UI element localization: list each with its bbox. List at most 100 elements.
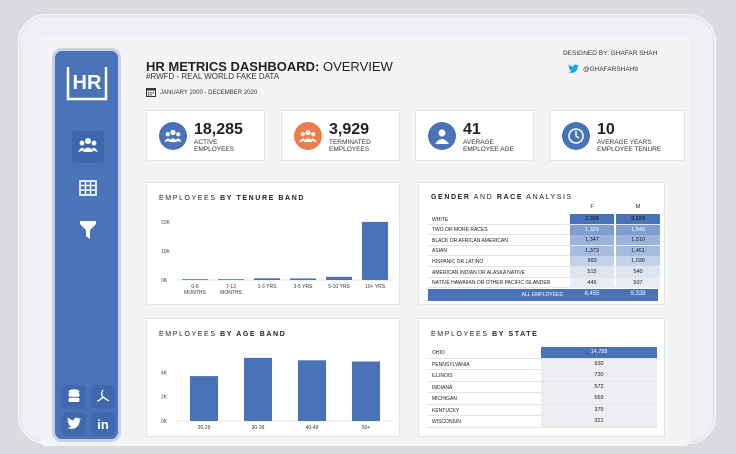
table-row: WHITE 2,399 2,629: [428, 214, 660, 225]
row-label: INDIANA: [432, 384, 453, 391]
database-link[interactable]: [62, 385, 86, 409]
table-row: NATIVE HAWAIIAN OR OTHER PACIFIC ISLANDE…: [428, 277, 660, 289]
table-cell: 1,036: [616, 256, 660, 267]
total-value: 9,328: [630, 291, 646, 298]
table-cell: 1,347: [570, 235, 614, 246]
table-row: ASIAN 1,373 1,461: [428, 245, 660, 257]
x-tick-label: 3-5 YRS: [294, 284, 313, 290]
gender-race-panel-title: GENDER AND RACE ANALYSIS: [431, 194, 573, 201]
sidebar-item-filter[interactable]: [72, 216, 104, 248]
table-cell: 540: [616, 267, 660, 277]
table-cell: 375: [541, 404, 657, 416]
kpi-average-age: 41 AVERAGE EMPLOYEE AGE: [415, 110, 534, 161]
x-tick-label: 20-29: [198, 425, 211, 431]
total-value: 8,455: [584, 291, 600, 298]
y-tick-label: 2K: [161, 395, 168, 401]
person-icon: [428, 122, 456, 150]
x-tick-label: 10+ YRS: [365, 284, 386, 290]
bar: [326, 276, 352, 280]
users-icon: [294, 122, 322, 150]
total-label: ALL EMPLOYEES:: [521, 292, 564, 299]
sidebar-item-table[interactable]: [72, 174, 104, 206]
table-cell: 730: [541, 370, 657, 381]
column-header: F: [590, 204, 594, 210]
date-range: JANUARY 2000 - DECEMBER 2020: [146, 87, 257, 99]
twitter-handle[interactable]: @GHAFARSHAH9: [568, 64, 638, 75]
designer-credit: DESIGNED BY: GHAFAR SHAH: [563, 50, 658, 57]
row-label: ASIAN: [432, 248, 448, 255]
row-label: BLACK OR AFRICAN AMERICAN: [432, 237, 508, 244]
kpi-value: 41: [463, 121, 481, 138]
clock-icon: [562, 122, 590, 150]
table-row: ILLINOIS 730: [428, 370, 658, 382]
x-tick-label: MONTHS: [184, 290, 206, 296]
filter-icon: [80, 220, 96, 244]
row-label: TWO OR MORE RACES: [432, 227, 488, 234]
tenure-panel: EMPLOYEES BY TENURE BAND 0K 10K 20K 0-6 MONT…: [146, 182, 400, 305]
table-row: INDIANA 572: [428, 381, 658, 393]
table-cell: 930: [541, 358, 657, 370]
x-tick-label: 1-3 YRS: [258, 284, 277, 290]
pdf-link[interactable]: [91, 385, 115, 409]
kpi-average-tenure: 10 AVERAGE YEARS EMPLOYEE TENURE: [549, 110, 685, 161]
table-cell: 14,788: [541, 347, 657, 358]
bar: [218, 279, 244, 280]
table-cell: 1,510: [616, 235, 660, 246]
bar: [298, 360, 326, 421]
table-cell: 515: [570, 267, 614, 277]
kpi-terminated-employees: 3,929 TERMINATED EMPLOYEES: [281, 110, 400, 161]
y-tick-label: 0K: [161, 278, 168, 284]
tenure-chart: 0K10K20K0-6MONTHS7-12MONTHS1-3 YRS 3-5 YR…: [161, 220, 393, 296]
bar: [190, 376, 218, 421]
logo-text: HR: [73, 72, 102, 94]
kpi-value: 3,929: [329, 121, 370, 138]
table-cell: 572: [541, 381, 657, 393]
gender-race-panel: GENDER AND RACE ANALYSIS F M WHITE 2,399 2,6…: [418, 182, 665, 305]
row-label: AMERICAN INDIAN OR ALASKA NATIVE: [432, 269, 525, 276]
table-row: OHIO 14,788: [428, 347, 658, 359]
row-label: OHIO: [432, 350, 445, 356]
twitter-icon: [568, 64, 579, 75]
x-tick-label: 50+: [362, 425, 371, 431]
table-row: TWO OR MORE RACES 1,329 1,546: [428, 224, 660, 236]
x-tick-label: 30-39: [252, 425, 265, 431]
bar: [352, 361, 380, 421]
table-cell: 2,629: [616, 214, 660, 224]
pdf-icon: [96, 389, 110, 406]
x-tick-label: 5-10 YRS: [328, 284, 350, 290]
row-label: PENNSYLVANIA: [432, 361, 470, 368]
column-header: M: [635, 204, 641, 210]
row-label: WHITE: [432, 216, 449, 223]
bar: [244, 357, 272, 421]
table-cell: 321: [541, 416, 657, 427]
users-icon: [159, 122, 187, 150]
table-cell: 569: [541, 393, 657, 404]
table-row: KENTUCKY 375: [428, 404, 658, 416]
table-row: PENNSYLVANIA 930: [428, 358, 658, 370]
x-tick-label: 40-49: [306, 425, 319, 431]
table-cell: 1,329: [570, 224, 614, 235]
table-cell: 1,373: [570, 245, 614, 256]
row-label: MICHIGAN: [432, 396, 457, 402]
table-row: AMERICAN INDIAN OR ALASKA NATIVE 515 540: [428, 267, 660, 278]
x-tick-label: MONTHS: [220, 290, 242, 296]
state-panel: EMPLOYEES BY STATE OHIO 14,788 PENNSYLVANI…: [418, 318, 665, 437]
calendar-icon: [146, 87, 156, 99]
y-tick-label: 0K: [161, 419, 168, 425]
sidebar-item-overview[interactable]: [72, 131, 104, 163]
kpi-value: 18,285: [194, 121, 243, 138]
table-row: MICHIGAN 569: [428, 393, 658, 405]
linkedin-link[interactable]: in: [91, 412, 115, 436]
row-label: KENTUCKY: [432, 407, 460, 414]
gender-race-table: F M WHITE 2,399 2,629 TWO OR MORE RACES 1,329 1…: [428, 202, 660, 302]
users-icon: [78, 137, 98, 158]
y-tick-label: 4K: [161, 370, 168, 376]
bar: [290, 278, 316, 280]
page-subtitle: #RWFD - REAL WORLD FAKE DATA: [146, 72, 280, 81]
kpi-label: AVERAGE YEARS EMPLOYEE TENURE: [597, 139, 662, 153]
row-label: HISPANIC OR LATINO: [432, 258, 484, 265]
row-label: WISCONSIN: [432, 419, 461, 425]
twitter-link[interactable]: [62, 412, 86, 436]
total-row: ALL EMPLOYEES: 8,455 9,328: [428, 289, 658, 302]
kpi-value: 10: [597, 121, 615, 138]
